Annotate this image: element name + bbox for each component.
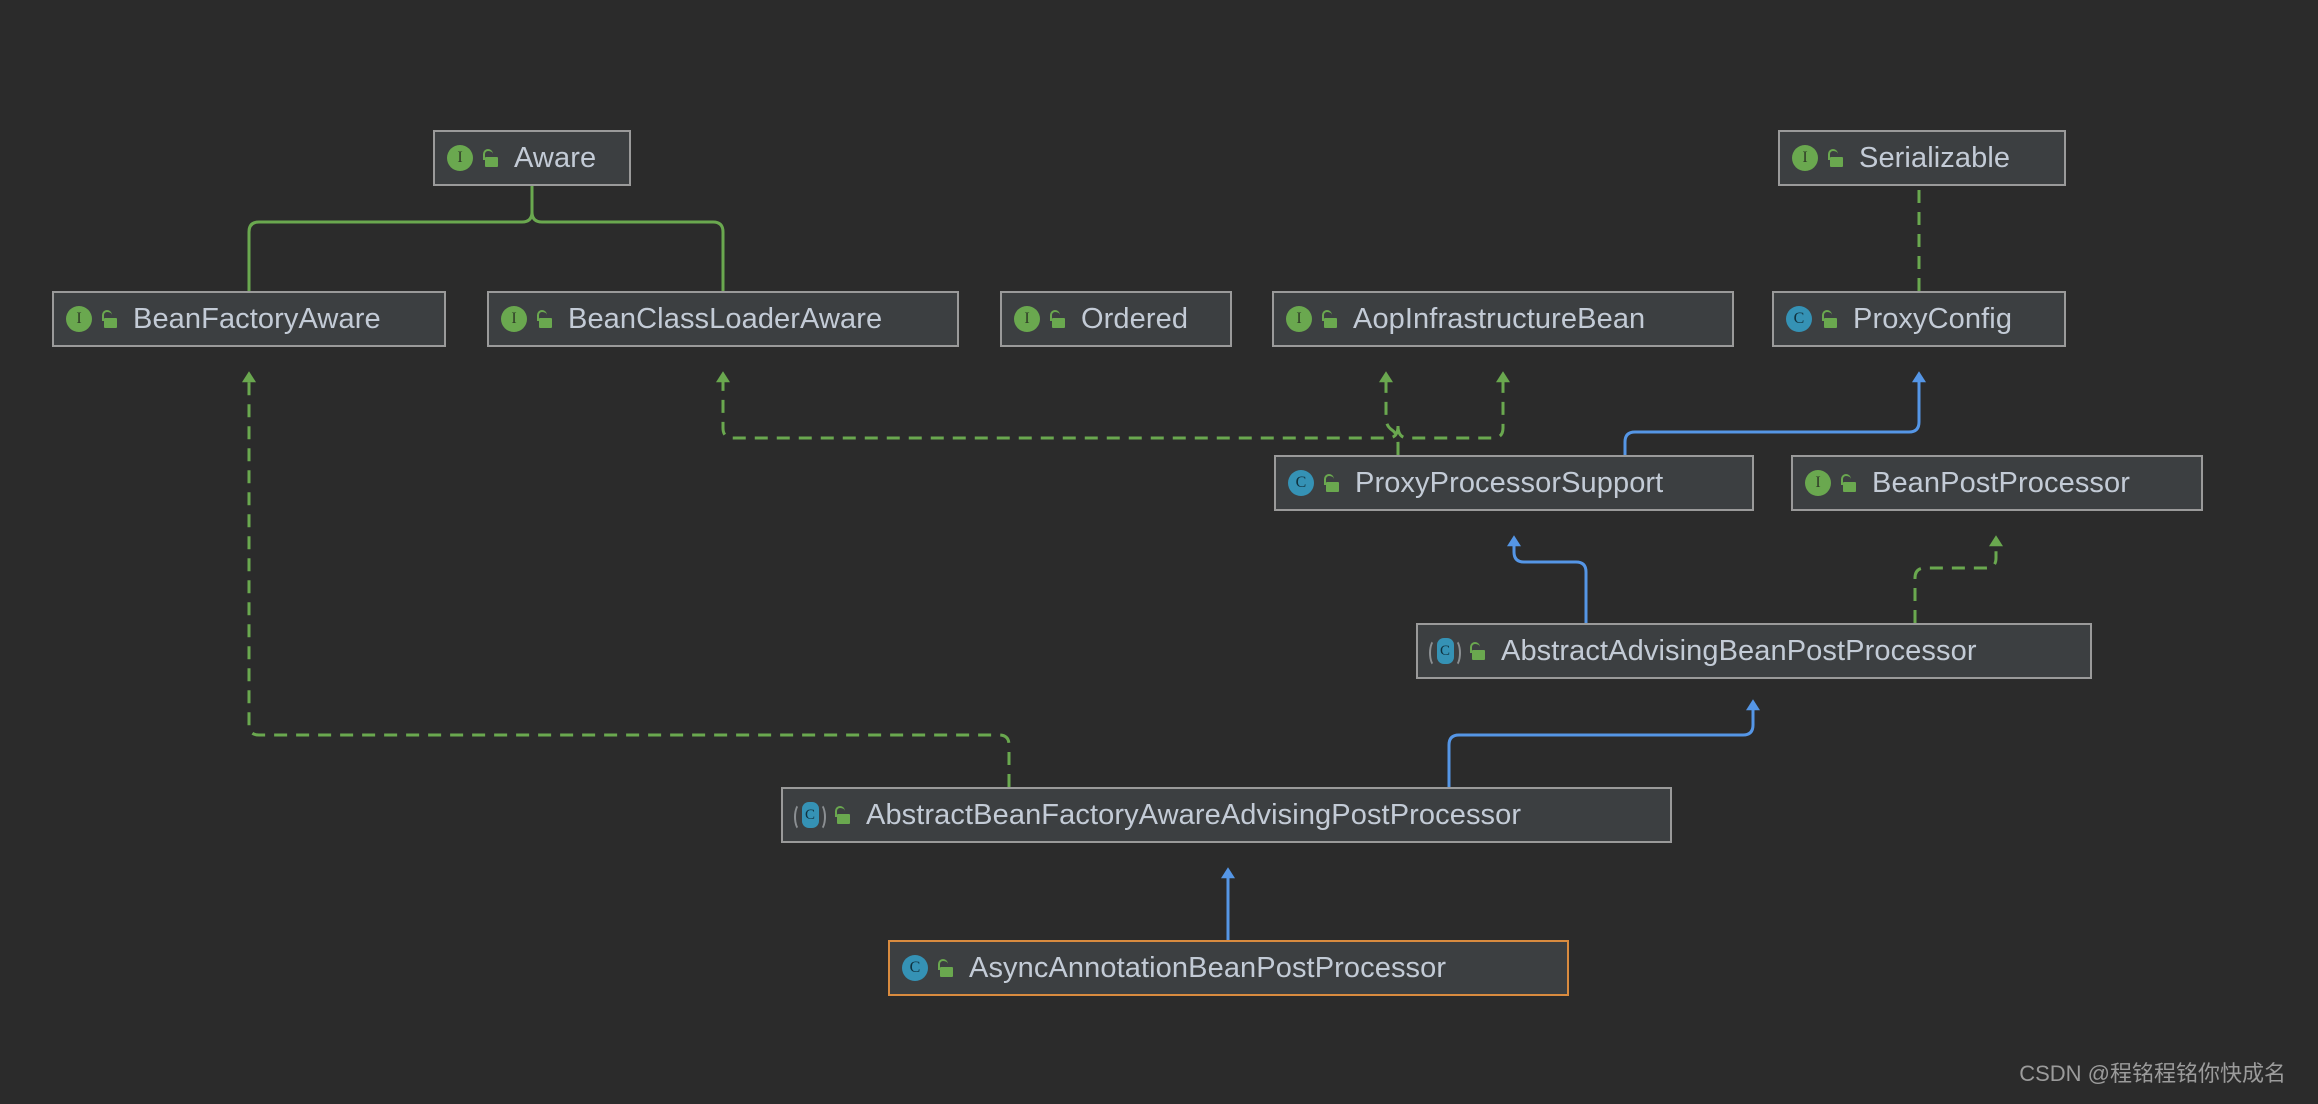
edge-abfaapp-extends-aabpp bbox=[1447, 699, 1760, 787]
class-node-label: Serializable bbox=[1859, 141, 2011, 174]
class-diagram-canvas: I Aware I Serializable I BeanFactoryAwar… bbox=[0, 0, 2318, 1104]
class-node-proxyconfig[interactable]: C ProxyConfig bbox=[1772, 291, 2066, 347]
class-icon: C bbox=[1786, 306, 1812, 332]
class-node-proxyprocessorsupport[interactable]: C ProxyProcessorSupport bbox=[1274, 455, 1754, 511]
unlocked-padlock-icon bbox=[536, 310, 554, 328]
interface-icon: I bbox=[1792, 145, 1818, 171]
class-node-ordered[interactable]: I Ordered bbox=[1000, 291, 1232, 347]
edge-aabpp-implements-bpp bbox=[1913, 535, 2003, 623]
class-node-label: AbstractAdvisingBeanPostProcessor bbox=[1501, 634, 1977, 667]
edge-pps-implements-ordered bbox=[1379, 371, 1400, 455]
class-node-label: AopInfrastructureBean bbox=[1353, 302, 1646, 335]
edge-abfaapp-implements-bfa bbox=[242, 371, 1011, 787]
edge-bfa-implements-aware bbox=[247, 171, 539, 291]
class-node-asyncannotationbeanpostprocessor[interactable]: C AsyncAnnotationBeanPostProcessor bbox=[888, 940, 1569, 996]
edge-aabpp-extends-pps bbox=[1507, 535, 1588, 623]
class-node-label: ProxyConfig bbox=[1853, 302, 2013, 335]
class-node-label: BeanClassLoaderAware bbox=[568, 302, 883, 335]
class-node-label: AsyncAnnotationBeanPostProcessor bbox=[969, 951, 1447, 984]
unlocked-padlock-icon bbox=[834, 806, 852, 824]
interface-icon: I bbox=[1805, 470, 1831, 496]
class-node-beanpostprocessor[interactable]: I BeanPostProcessor bbox=[1791, 455, 2203, 511]
class-node-label: Ordered bbox=[1081, 302, 1189, 335]
unlocked-padlock-icon bbox=[482, 149, 500, 167]
class-icon: C bbox=[1288, 470, 1314, 496]
unlocked-padlock-icon bbox=[1821, 310, 1839, 328]
unlocked-padlock-icon bbox=[1827, 149, 1845, 167]
class-node-aopinfrastructurebean[interactable]: I AopInfrastructureBean bbox=[1272, 291, 1734, 347]
edge-pps-implements-aib bbox=[1396, 371, 1510, 440]
unlocked-padlock-icon bbox=[937, 959, 955, 977]
class-node-label: Aware bbox=[514, 141, 597, 174]
abstract-class-icon: C bbox=[1429, 637, 1461, 667]
class-node-beanfactoryaware[interactable]: I BeanFactoryAware bbox=[52, 291, 446, 347]
class-icon: C bbox=[902, 955, 928, 981]
class-node-label: BeanPostProcessor bbox=[1872, 466, 2130, 499]
class-node-label: BeanFactoryAware bbox=[133, 302, 381, 335]
unlocked-padlock-icon bbox=[1840, 474, 1858, 492]
edge-pps-implements-bcla bbox=[716, 371, 1400, 440]
class-node-aware[interactable]: I Aware bbox=[433, 130, 631, 186]
abstract-class-icon: C bbox=[794, 801, 826, 831]
interface-icon: I bbox=[66, 306, 92, 332]
unlocked-padlock-icon bbox=[1049, 310, 1067, 328]
unlocked-padlock-icon bbox=[1323, 474, 1341, 492]
edge-bcla-implements-aware bbox=[525, 171, 725, 291]
unlocked-padlock-icon bbox=[1321, 310, 1339, 328]
class-node-label: AbstractBeanFactoryAwareAdvisingPostProc… bbox=[866, 798, 1522, 831]
interface-icon: I bbox=[501, 306, 527, 332]
interface-icon: I bbox=[447, 145, 473, 171]
edge-pps-extends-proxyconfig bbox=[1623, 371, 1926, 455]
watermark: CSDN @程铭程铭你快成名 bbox=[2019, 1061, 2286, 1086]
class-node-beanclassloaderaware[interactable]: I BeanClassLoaderAware bbox=[487, 291, 959, 347]
interface-icon: I bbox=[1286, 306, 1312, 332]
class-node-abstractbeanfactoryawareadvisingpostprocessor[interactable]: C AbstractBeanFactoryAwareAdvisingPostPr… bbox=[781, 787, 1672, 843]
class-node-serializable[interactable]: I Serializable bbox=[1778, 130, 2066, 186]
unlocked-padlock-icon bbox=[101, 310, 119, 328]
class-node-abstractadvisingbeanpostprocessor[interactable]: C AbstractAdvisingBeanPostProcessor bbox=[1416, 623, 2092, 679]
unlocked-padlock-icon bbox=[1469, 642, 1487, 660]
class-node-label: ProxyProcessorSupport bbox=[1355, 466, 1664, 499]
interface-icon: I bbox=[1014, 306, 1040, 332]
